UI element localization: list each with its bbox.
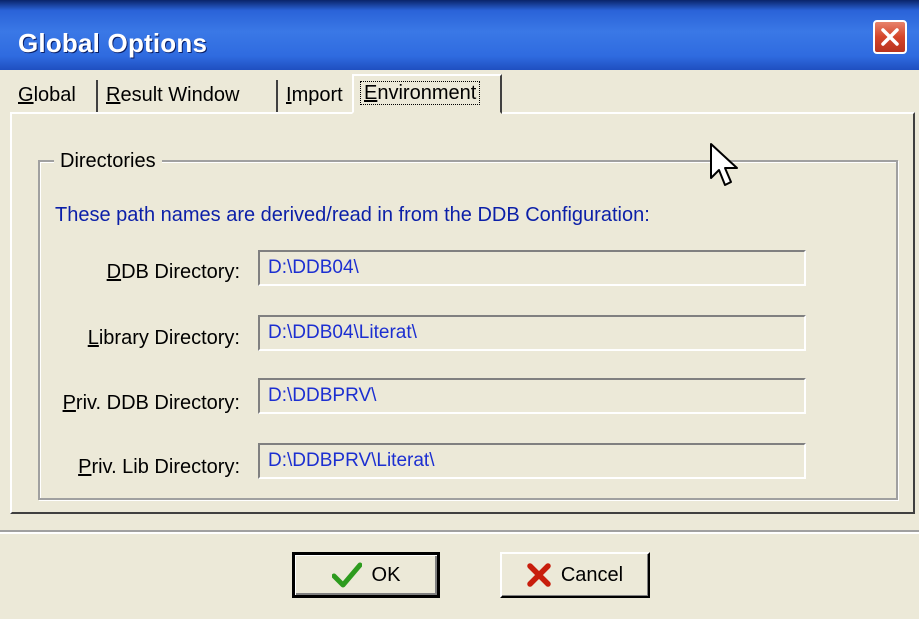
ok-label: OK: [371, 563, 401, 586]
mouse-pointer-icon: [710, 143, 738, 186]
global-options-window: Global Options Global Result Window Impo…: [0, 0, 919, 619]
close-button[interactable]: [873, 20, 907, 54]
tab-result-window[interactable]: Result Window: [100, 80, 278, 112]
title-bar[interactable]: Global Options: [0, 0, 919, 70]
button-separator: [0, 530, 919, 534]
priv-lib-directory-field: D:\DDBPRV\Literat\: [258, 443, 806, 479]
tab-strip: Global Result Window Import Environment: [10, 74, 915, 114]
ok-button[interactable]: OK: [292, 552, 440, 598]
ddb-directory-label: DDB Directory:: [106, 261, 240, 283]
directories-group-label: Directories: [54, 150, 162, 173]
priv-ddb-directory-label: Priv. DDB Directory:: [62, 392, 240, 414]
library-directory-field: D:\DDB04\Literat\: [258, 315, 806, 351]
x-icon: [527, 563, 551, 587]
tab-environment[interactable]: Environment: [352, 74, 502, 114]
config-info-text: These path names are derived/read in fro…: [55, 204, 650, 226]
tab-import[interactable]: Import: [280, 80, 354, 112]
priv-ddb-directory-field: D:\DDBPRV\: [258, 378, 806, 414]
window-title: Global Options: [18, 28, 208, 58]
cancel-button[interactable]: Cancel: [500, 552, 650, 598]
tab-global[interactable]: Global: [12, 80, 98, 112]
ddb-directory-field: D:\DDB04\: [258, 250, 806, 286]
cancel-label: Cancel: [560, 563, 624, 586]
library-directory-label: Library Directory:: [87, 327, 240, 349]
priv-lib-directory-label: Priv. Lib Directory:: [78, 456, 240, 478]
close-icon: [881, 28, 899, 46]
checkmark-icon: [331, 562, 362, 588]
